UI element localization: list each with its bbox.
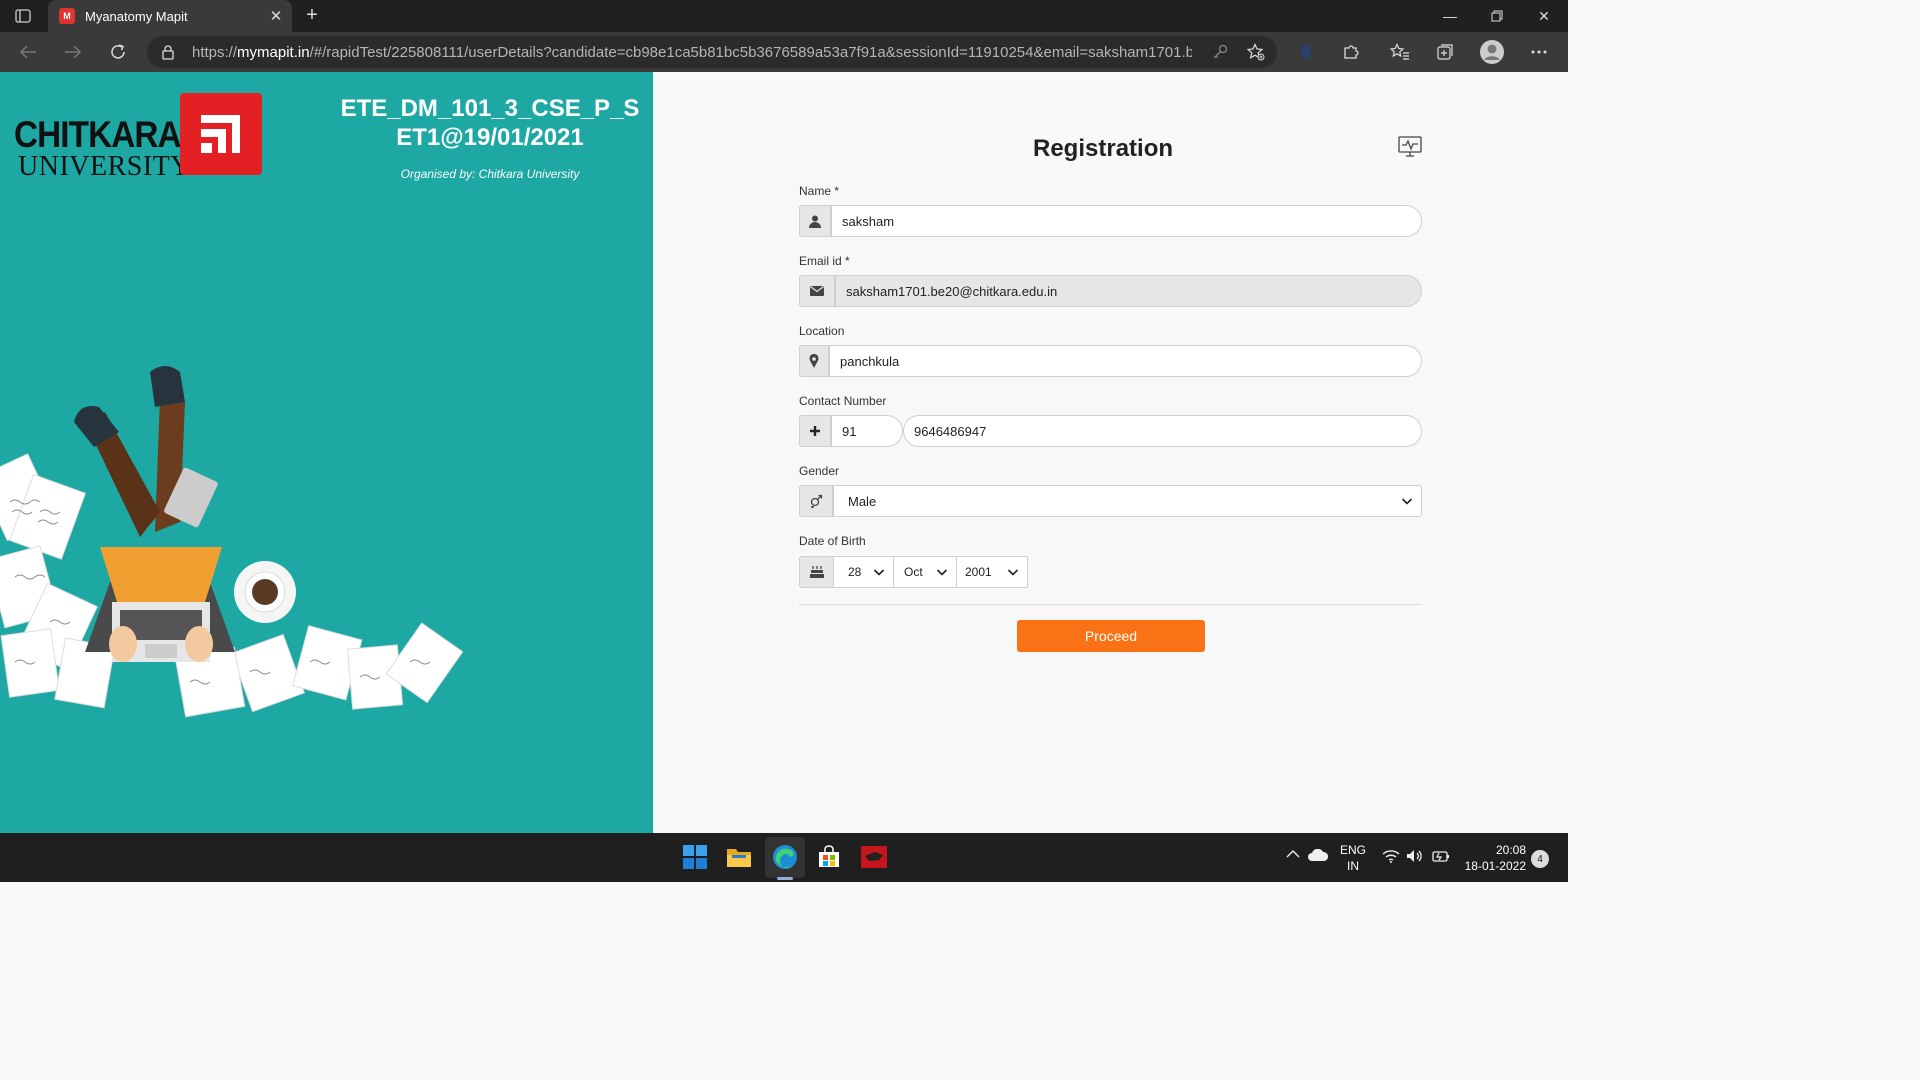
- collections-icon[interactable]: [1430, 37, 1460, 67]
- registration-title: Registration: [1033, 135, 1174, 162]
- minimize-icon[interactable]: —: [1427, 0, 1473, 32]
- chevron-down-icon: [1007, 566, 1019, 578]
- clock-date: 18-01-2022: [1464, 859, 1526, 873]
- organiser-text: Organised by: Chitkara University: [400, 167, 580, 181]
- system-check-monitor-icon[interactable]: [1398, 136, 1422, 158]
- notification-count-badge[interactable]: 4: [1531, 850, 1549, 868]
- close-window-icon[interactable]: ✕: [1521, 0, 1567, 32]
- dob-day-value: 28: [848, 565, 862, 579]
- tab-title: Myanatomy Mapit: [85, 8, 188, 24]
- edge-browser-icon[interactable]: [769, 841, 801, 873]
- gender-select[interactable]: Male: [833, 485, 1422, 517]
- refresh-icon[interactable]: [103, 37, 133, 67]
- location-label: Location: [799, 324, 845, 338]
- email-input-group: saksham1701.be20@chitkara.edu.in: [799, 275, 1422, 307]
- contact-input-group: 91 9646486947: [799, 415, 1422, 447]
- user-icon: [799, 205, 831, 237]
- gender-input-group: Male: [799, 485, 1422, 517]
- restore-icon[interactable]: [1474, 0, 1520, 32]
- contact-label: Contact Number: [799, 394, 887, 408]
- lock-icon[interactable]: [162, 44, 178, 60]
- location-input-group: panchkula: [799, 345, 1422, 377]
- more-menu-icon[interactable]: [1524, 37, 1554, 67]
- browser-tab-active[interactable]: M Myanatomy Mapit ✕: [48, 0, 292, 32]
- country-code-input[interactable]: 91: [831, 415, 903, 447]
- email-input[interactable]: saksham1701.be20@chitkara.edu.in: [835, 275, 1422, 307]
- clock-time: 20:08: [1495, 843, 1526, 857]
- cake-icon: [799, 556, 834, 588]
- name-input[interactable]: saksham: [831, 205, 1422, 237]
- onedrive-cloud-icon[interactable]: [1308, 849, 1328, 861]
- show-hidden-icons-icon[interactable]: [1286, 849, 1300, 859]
- back-icon[interactable]: [13, 37, 43, 67]
- chevron-down-icon: [936, 566, 948, 578]
- battery-icon[interactable]: [1431, 849, 1451, 863]
- chevron-down-icon: [1401, 495, 1413, 507]
- dob-month-value: Oct: [904, 565, 923, 579]
- dob-year-value: 2001: [965, 565, 992, 579]
- plus-icon: [799, 415, 831, 447]
- file-explorer-icon[interactable]: [723, 841, 755, 873]
- password-key-icon[interactable]: [1209, 42, 1231, 62]
- browser-toolbar: https://mymapit.in/#/rapidTest/225808111…: [0, 32, 1568, 72]
- name-input-group: saksham: [799, 205, 1422, 237]
- gender-label: Gender: [799, 464, 840, 478]
- system-clock[interactable]: 20:08 18-01-2022: [1462, 842, 1526, 874]
- tab-actions-icon[interactable]: [12, 6, 34, 26]
- university-logo-icon: [180, 93, 262, 175]
- phone-number-input[interactable]: 9646486947: [903, 415, 1422, 447]
- test-title: ETE_DM_101_3_CSE_P_SET1@19/01/2021: [340, 95, 640, 151]
- tab-close-icon[interactable]: ✕: [264, 7, 288, 25]
- microsoft-store-icon[interactable]: [813, 841, 845, 873]
- dob-label: Date of Birth: [799, 534, 866, 548]
- gender-selected-value: Male: [848, 493, 877, 509]
- add-favorite-icon[interactable]: [1245, 42, 1267, 62]
- app-shortcut-icon[interactable]: [858, 841, 890, 873]
- dob-input-group: 28 Oct 2001: [799, 556, 1028, 588]
- location-input[interactable]: panchkula: [829, 345, 1422, 377]
- active-app-indicator: [777, 877, 793, 880]
- language-indicator[interactable]: ENG IN: [1340, 842, 1366, 874]
- gender-icon: [799, 485, 833, 517]
- windows-taskbar: ENG IN 20:08 18-01-2022 4: [0, 833, 1568, 882]
- extension-icon[interactable]: [1291, 37, 1321, 67]
- proceed-button[interactable]: Proceed: [1017, 620, 1205, 652]
- url-text[interactable]: https://mymapit.in/#/rapidTest/225808111…: [192, 44, 1192, 61]
- envelope-icon: [799, 275, 835, 307]
- dob-day-select[interactable]: 28: [834, 556, 894, 588]
- university-logo-text: CHITKARA UNIVERSITY: [14, 114, 191, 182]
- mapit-favicon-icon: M: [59, 8, 75, 24]
- brand-panel: CHITKARA UNIVERSITY ETE_DM_101_3_CSE_P_S…: [0, 72, 653, 833]
- favorites-icon[interactable]: [1385, 37, 1415, 67]
- map-marker-icon: [799, 345, 829, 377]
- address-bar[interactable]: https://mymapit.in/#/rapidTest/225808111…: [147, 36, 1277, 68]
- form-divider: [799, 604, 1422, 605]
- profile-avatar-icon[interactable]: [1477, 37, 1507, 67]
- dob-month-select[interactable]: Oct: [894, 556, 957, 588]
- windows-start-icon[interactable]: [679, 841, 711, 873]
- browser-tab-bar: M Myanatomy Mapit ✕ + — ✕: [0, 0, 1568, 32]
- student-laptop-illustration: [0, 366, 464, 718]
- chevron-down-icon: [873, 566, 885, 578]
- email-label: Email id *: [799, 254, 850, 268]
- wifi-icon[interactable]: [1382, 849, 1400, 863]
- dob-year-select[interactable]: 2001: [957, 556, 1028, 588]
- volume-icon[interactable]: [1406, 849, 1424, 863]
- forward-icon[interactable]: [58, 37, 88, 67]
- name-label: Name *: [799, 184, 840, 198]
- new-tab-icon[interactable]: +: [300, 3, 324, 27]
- extensions-puzzle-icon[interactable]: [1336, 37, 1366, 67]
